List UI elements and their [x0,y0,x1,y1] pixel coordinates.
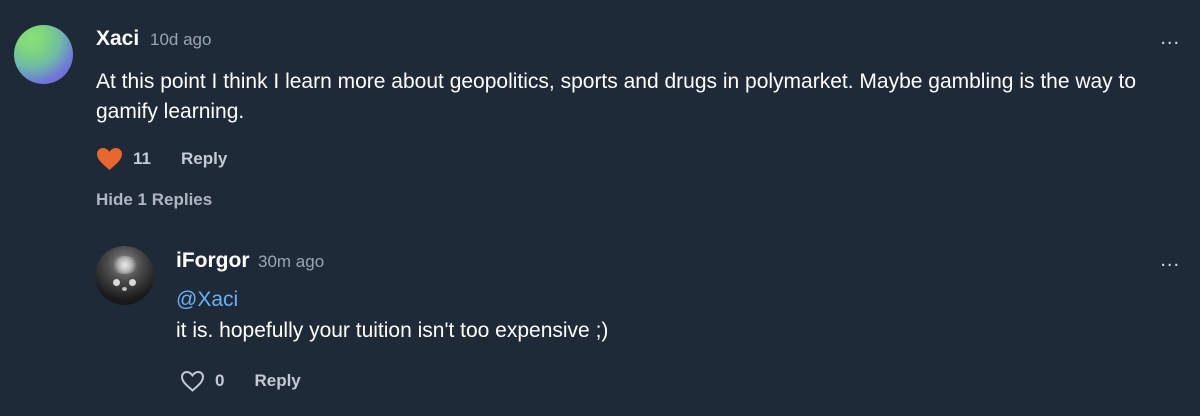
reply-avatar[interactable] [95,246,154,305]
heart-filled-icon[interactable] [96,147,123,171]
avatar-highlight [111,256,139,274]
reply-button[interactable]: Reply [181,149,227,169]
more-options-icon[interactable]: ... [1160,28,1180,48]
avatar-nose [122,287,127,291]
reply-actions: 0 Reply [180,368,301,394]
avatar-eye-right [129,279,136,286]
heart-outline-icon[interactable] [180,370,205,392]
like-count: 0 [215,371,225,390]
avatar-eye-left [113,279,120,286]
comments-thread: Xaci 10d ago ... At this point I think I… [0,0,1200,416]
avatar[interactable] [14,25,73,84]
more-options-icon[interactable]: ... [1160,250,1180,270]
reply-timestamp: 30m ago [258,252,325,271]
comment-text: At this point I think I learn more about… [96,70,1137,123]
comment-username[interactable]: Xaci [96,27,139,51]
hide-replies-button[interactable]: Hide 1 Replies [96,190,212,210]
like-count: 11 [133,149,151,168]
reply-username[interactable]: iForgor [176,249,250,273]
reply-text: it is. hopefully your tuition isn't too … [176,319,609,342]
comment-timestamp: 10d ago [150,30,212,49]
reply-button[interactable]: Reply [254,371,300,391]
mention-link[interactable]: @Xaci [176,288,238,312]
comment-actions: 11 Reply [96,146,227,172]
